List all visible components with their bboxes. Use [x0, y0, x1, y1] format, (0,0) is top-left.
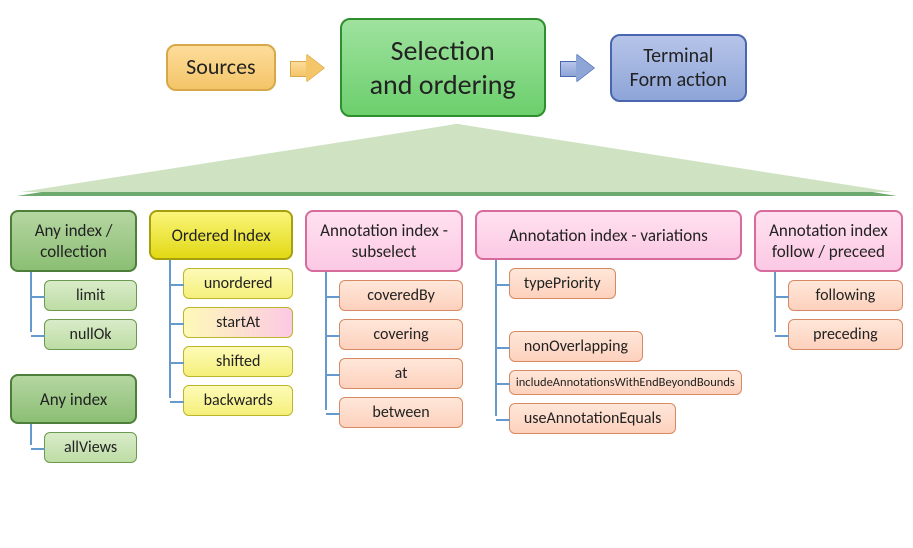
selection-line1: Selection [370, 34, 516, 68]
children-subselect: coveredBy covering at between [325, 280, 463, 428]
header-ordered-index: Ordered Index [149, 210, 293, 260]
item-nullok: nullOk [44, 319, 137, 350]
children-follow-preceed: following preceding [774, 280, 903, 350]
item-coveredby: coveredBy [339, 280, 463, 311]
sources-box: Sources [166, 44, 275, 90]
item-limit: limit [44, 280, 137, 311]
item-at: at [339, 358, 463, 389]
any-index-block: Any index allViews [10, 374, 137, 463]
children-any-index-collection: limit nullOk [30, 280, 137, 350]
item-unordered: unordered [183, 268, 293, 299]
header-any-index: Any index [10, 374, 137, 424]
selection-ordering-box: Selection and ordering [340, 18, 546, 117]
item-nonoverlapping: nonOverlapping [509, 331, 643, 362]
terminal-line1: Terminal [630, 44, 727, 68]
arrow-right-icon [290, 54, 326, 82]
header-any-index-collection: Any index / collection [10, 210, 137, 272]
item-preceding: preceding [788, 319, 903, 350]
arrow-right-icon [560, 54, 596, 82]
item-between: between [339, 397, 463, 428]
item-startat: startAt [183, 307, 293, 338]
children-any-index: allViews [30, 432, 137, 463]
column-any-index: Any index / collection limit nullOk Any … [10, 210, 137, 463]
categories-row: Any index / collection limit nullOk Any … [10, 210, 903, 463]
column-subselect: Annotation index - subselect coveredBy c… [305, 210, 463, 463]
children-ordered-index: unordered startAt shifted backwards [169, 268, 293, 416]
children-variations: typePriority nonOverlapping includeAnnot… [495, 268, 742, 434]
any-index-collection-block: Any index / collection limit nullOk [10, 210, 137, 350]
header-annotation-subselect: Annotation index - subselect [305, 210, 463, 272]
header-annotation-follow-preceed: Annotation index follow / preceed [754, 210, 903, 272]
item-typepriority: typePriority [509, 268, 616, 299]
selection-line2: and ordering [370, 68, 516, 102]
item-following: following [788, 280, 903, 311]
terminal-line2: Form action [630, 68, 727, 92]
funnel-triangle-icon [17, 124, 897, 196]
top-flow-row: Sources Selection and ordering Terminal … [0, 18, 913, 117]
header-annotation-variations: Annotation index - variations [475, 210, 742, 260]
item-useannotationequals: useAnnotationEquals [509, 403, 677, 434]
column-variations: Annotation index - variations typePriori… [475, 210, 742, 463]
item-backwards: backwards [183, 385, 293, 416]
item-allviews: allViews [44, 432, 137, 463]
item-covering: covering [339, 319, 463, 350]
column-ordered-index: Ordered Index unordered startAt shifted … [149, 210, 293, 463]
terminal-form-action-box: Terminal Form action [610, 34, 747, 102]
item-includeannotationswithendbeyondbounds: includeAnnotationsWithEndBeyondBounds [509, 370, 742, 395]
item-shifted: shifted [183, 346, 293, 377]
column-follow-preceed: Annotation index follow / preceed follow… [754, 210, 903, 463]
